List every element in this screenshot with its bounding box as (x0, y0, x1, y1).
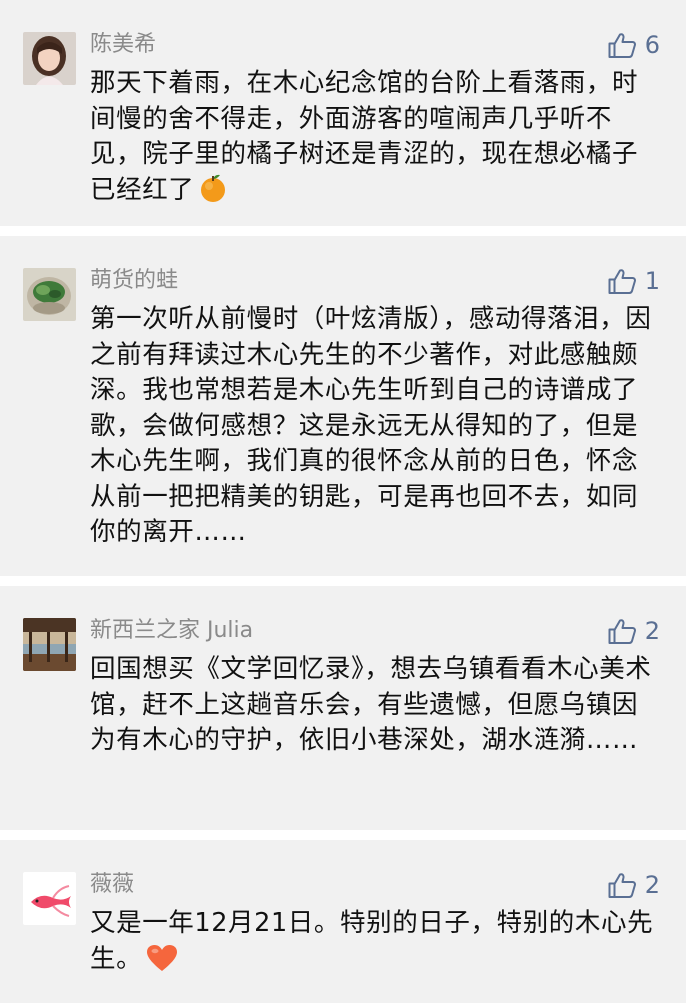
comment-text: 又是一年12月21日。特别的日子，特别的木心先生。 (90, 906, 660, 982)
thumbs-up-icon (608, 33, 636, 58)
avatar[interactable] (23, 268, 76, 321)
avatar-girl-photo (23, 32, 76, 85)
avatar[interactable] (23, 618, 76, 671)
commenter-name[interactable]: 新西兰之家 Julia (90, 616, 253, 646)
commenter-name[interactable]: 薇薇 (90, 870, 134, 900)
thumbs-up-icon (608, 269, 636, 294)
avatar-porch-photo (23, 618, 76, 671)
thumbs-up-icon (608, 873, 636, 898)
comment-text-body: 那天下着雨，在木心纪念馆的台阶上看落雨，时间慢的舍不得走，外面游客的喧闹声几乎听… (90, 68, 639, 205)
avatar-fish-drawing (23, 872, 76, 925)
comment-card: 薇薇 2 又是一年12月21日。特别的日子，特别的木心先生。 (0, 840, 686, 1003)
comment-text: 第一次听从前慢时（叶炫清版），感动得落泪，因之前有拜读过木心先生的不少著作，对此… (90, 302, 660, 551)
comment-card: 萌货的蛙 1 第一次听从前慢时（叶炫清版），感动得落泪，因之前有拜读过木心先生的… (0, 236, 686, 576)
like-count: 6 (644, 31, 660, 59)
avatar[interactable] (23, 32, 76, 85)
like-count: 2 (644, 617, 660, 645)
like-button[interactable]: 6 (607, 30, 660, 60)
comment-text: 那天下着雨，在木心纪念馆的台阶上看落雨，时间慢的舍不得走，外面游客的喧闹声几乎听… (90, 66, 660, 213)
like-count: 1 (644, 267, 660, 295)
comment-text-body: 回国想买《文学回忆录》，想去乌镇看看木心美术馆，赶不上这趟音乐会，有些遗憾，但愿… (90, 654, 652, 755)
comment-text: 回国想买《文学回忆录》，想去乌镇看看木心美术馆，赶不上这趟音乐会，有些遗憾，但愿… (90, 652, 660, 759)
avatar-plant-photo (23, 268, 76, 321)
avatar[interactable] (23, 872, 76, 925)
comment-list: 陈美希 6 那天下着雨，在木心纪念馆的台阶上看落雨，时间慢的舍不得走，外面游客的… (0, 0, 686, 1003)
comment-text-body: 第一次听从前慢时（叶炫清版），感动得落泪，因之前有拜读过木心先生的不少著作，对此… (90, 304, 652, 547)
thumbs-up-icon (608, 619, 636, 644)
like-button[interactable]: 1 (607, 266, 660, 296)
orange-emoji (198, 173, 228, 214)
like-button[interactable]: 2 (607, 870, 660, 900)
commenter-name[interactable]: 萌货的蛙 (90, 266, 178, 296)
like-button[interactable]: 2 (607, 616, 660, 646)
comment-card: 陈美希 6 那天下着雨，在木心纪念馆的台阶上看落雨，时间慢的舍不得走，外面游客的… (0, 0, 686, 226)
heart-emoji (146, 944, 178, 983)
comment-card: 新西兰之家 Julia 2 回国想买《文学回忆录》，想去乌镇看看木心美术馆，赶不… (0, 586, 686, 830)
like-count: 2 (644, 871, 660, 899)
commenter-name[interactable]: 陈美希 (90, 30, 156, 60)
